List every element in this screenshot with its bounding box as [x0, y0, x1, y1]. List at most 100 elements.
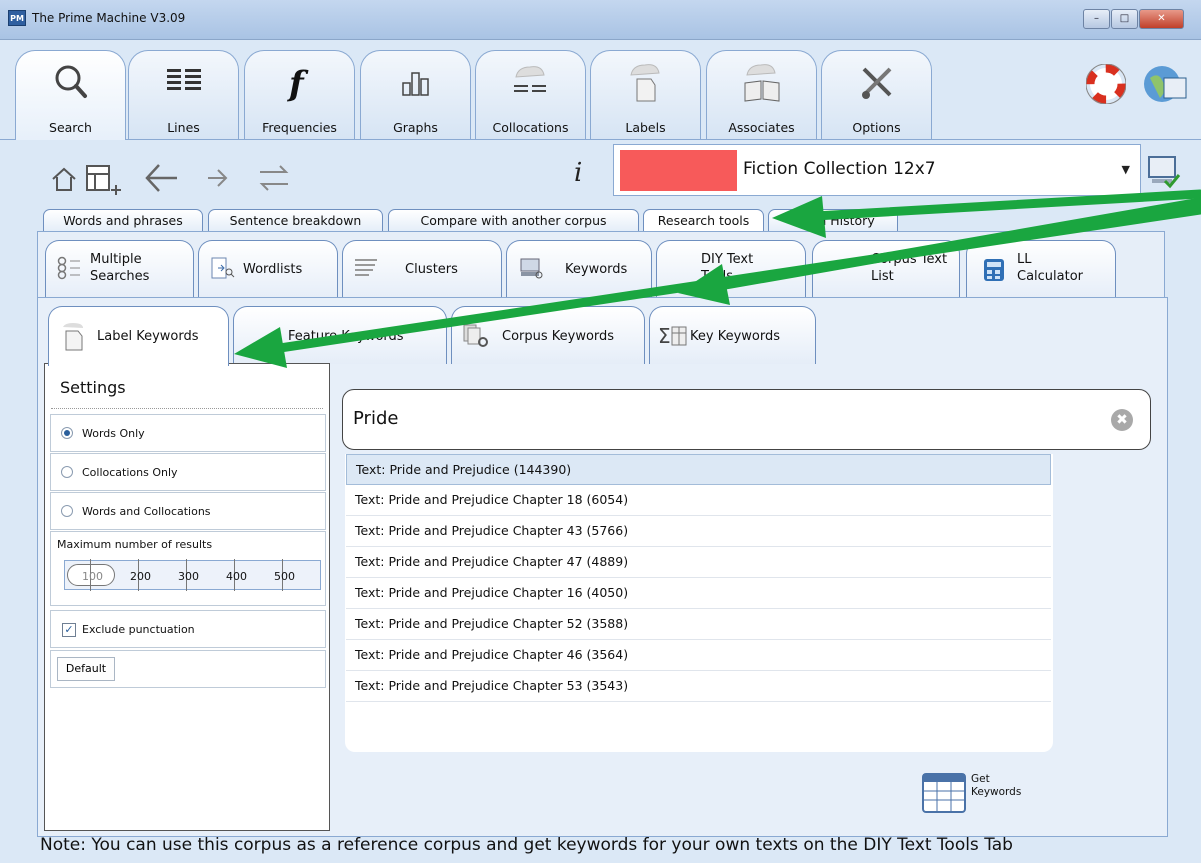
results-list: Text: Pride and Prejudice (144390) Text:… [345, 454, 1053, 752]
tab-labels[interactable]: Labels [590, 50, 701, 140]
list-item[interactable]: Text: Pride and Prejudice Chapter 53 (35… [346, 671, 1051, 702]
max-results-group: Maximum number of results 100 200 300 40… [50, 531, 326, 606]
list-item[interactable]: Text: Pride and Prejudice (144390) [346, 454, 1051, 485]
tab-multiple-searches[interactable]: Multiple Searches [45, 240, 194, 300]
corpus-key-icon [463, 324, 488, 347]
list-item[interactable]: Text: Pride and Prejudice Chapter 47 (48… [346, 547, 1051, 578]
tab-label: Feature Keywords [288, 329, 404, 344]
tab-label: Label Keywords [97, 329, 199, 344]
tab-label: Key Keywords [690, 329, 780, 344]
max-results-label: Maximum number of results [57, 538, 213, 551]
tab-keywords[interactable]: Keywords [506, 240, 652, 300]
get-keywords-button[interactable]: Get Keywords [921, 768, 1031, 820]
default-button[interactable]: Default [57, 657, 115, 681]
exclude-punctuation-checkbox[interactable]: ✓ [62, 623, 76, 637]
tab-label: Collocations [492, 120, 569, 135]
function-icon: f [287, 64, 309, 104]
maximize-button[interactable]: □ [1111, 9, 1138, 29]
tab-compare-corpus[interactable]: Compare with another corpus [388, 209, 639, 233]
slider-value: 500 [274, 570, 295, 583]
calculator-icon [984, 259, 1004, 281]
get-keywords-label: Get Keywords [971, 773, 1022, 798]
slider-value: 100 [82, 570, 103, 583]
tab-associates[interactable]: Associates [706, 50, 817, 140]
corpus-selector[interactable]: Fiction Collection 12x7 ▼ [613, 144, 1141, 196]
wordlist-icon [211, 257, 235, 279]
clear-search-icon[interactable]: ✖ [1111, 409, 1133, 431]
swap-arrows-icon[interactable] [256, 160, 292, 196]
cloud-book-icon [744, 64, 779, 102]
lifebuoy-icon[interactable] [1086, 64, 1126, 104]
divider [51, 408, 323, 409]
tab-clusters[interactable]: Clusters [342, 240, 502, 300]
tab-label-keywords[interactable]: Label Keywords [48, 306, 229, 366]
tab-sentence-breakdown[interactable]: Sentence breakdown [208, 209, 383, 233]
radio-button[interactable] [61, 466, 73, 478]
option-label: Words Only [82, 427, 145, 440]
table-icon [922, 773, 966, 813]
option-collocations-only[interactable]: Collocations Only [50, 453, 326, 491]
back-arrow-icon[interactable] [143, 161, 181, 195]
list-item[interactable]: Text: Pride and Prejudice Chapter 16 (40… [346, 578, 1051, 609]
tab-label: Wordlists [243, 262, 303, 277]
tab-label: Multiple Searches [90, 252, 150, 284]
tab-collocations[interactable]: Collocations [475, 50, 586, 140]
tab-corpus-keywords[interactable]: Corpus Keywords [451, 306, 645, 364]
tab-words-and-phrases[interactable]: Words and phrases [43, 209, 203, 233]
option-label: Words and Collocations [82, 505, 211, 518]
list-item[interactable]: Text: Pride and Prejudice Chapter 43 (57… [346, 516, 1051, 547]
list-item[interactable]: Text: Pride and Prejudice Chapter 18 (60… [346, 485, 1051, 516]
option-words-and-collocations[interactable]: Words and Collocations [50, 492, 326, 530]
corpus-name: Fiction Collection 12x7 [743, 159, 936, 179]
max-results-slider[interactable]: 100 200 300 400 500 [64, 559, 321, 591]
tab-label: Corpus Keywords [502, 329, 615, 344]
radio-button-selected[interactable] [61, 427, 73, 439]
slider-value: 200 [130, 570, 151, 583]
globe-icon[interactable] [1140, 60, 1190, 108]
tab-feature-keywords[interactable]: Feature Keywords [233, 306, 447, 364]
chevron-down-icon[interactable]: ▼ [1122, 163, 1130, 176]
tab-frequencies[interactable]: f Frequencies [244, 50, 355, 140]
tab-research-tools[interactable]: Research tools [643, 209, 764, 233]
tab-label: Labels [625, 120, 666, 135]
clusters-numbers-icon [355, 259, 377, 276]
list-item[interactable]: Text: Pride and Prejudice Chapter 46 (35… [346, 640, 1051, 671]
tab-search-history[interactable]: earch History [768, 209, 898, 233]
corpus-color-swatch [620, 150, 737, 191]
tab-lines[interactable]: Lines [128, 50, 239, 140]
tab-graphs[interactable]: Graphs [360, 50, 471, 140]
home-icon[interactable] [50, 165, 78, 193]
close-button[interactable]: ✕ [1139, 9, 1184, 29]
tab-label: Search [49, 120, 92, 135]
tab-key-keywords[interactable]: Σ Key Keywords [649, 306, 816, 364]
tab-wordlists[interactable]: Wordlists [198, 240, 338, 300]
info-icon[interactable]: i [574, 158, 582, 188]
forward-arrow-icon[interactable] [206, 166, 230, 190]
tab-label: Graphs [393, 120, 438, 135]
tab-diy-text-tools[interactable]: DIY Text Tools [656, 240, 806, 300]
label-doc-icon [63, 323, 83, 351]
radio-button[interactable] [61, 505, 73, 517]
title-bar: PM The Prime Machine V3.09 – □ ✕ [0, 0, 1201, 40]
list-item[interactable]: Text: Pride and Prejudice Chapter 52 (35… [346, 609, 1051, 640]
tab-options[interactable]: Options [821, 50, 932, 140]
tab-corpus-text-list[interactable]: Corpus Text List [812, 240, 960, 300]
keywords-icon [520, 258, 543, 279]
tab-ll-calculator[interactable]: LL Calculator [966, 240, 1116, 300]
tab-label: Frequencies [262, 120, 337, 135]
tab-label: Corpus Text List [871, 252, 948, 284]
tab-search[interactable]: Search [15, 50, 126, 140]
minimize-button[interactable]: – [1083, 9, 1110, 29]
checkbox-label: Exclude punctuation [82, 623, 195, 636]
svg-text:f: f [287, 64, 309, 104]
app-icon: PM [8, 10, 26, 26]
computer-check-icon[interactable] [1143, 151, 1183, 191]
exclude-punctuation-row[interactable]: ✓ Exclude punctuation [50, 610, 326, 648]
window-title: The Prime Machine V3.09 [32, 11, 186, 25]
tab-label: DIY Text Tools [701, 252, 754, 284]
label-search-input[interactable]: Pride ✖ [342, 389, 1151, 450]
slider-value: 300 [178, 570, 199, 583]
option-words-only[interactable]: Words Only [50, 414, 326, 452]
cloud-doc-icon [629, 64, 660, 102]
table-add-icon[interactable] [81, 156, 125, 200]
